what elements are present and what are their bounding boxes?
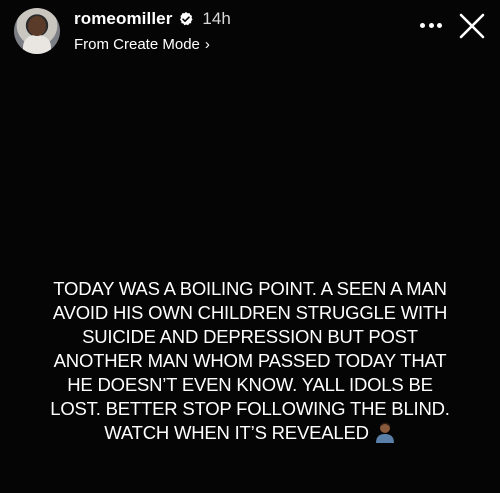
story-text: TODAY WAS A BOILING POINT. A SEEN A MAN … <box>20 277 480 445</box>
story-text-line: AVOID HIS OWN CHILDREN STRUGGLE WITH <box>52 302 448 323</box>
more-dot <box>420 22 425 28</box>
close-icon[interactable] <box>458 12 486 40</box>
more-dot <box>428 22 434 28</box>
story-text-line-last: WATCH WHEN IT’S REVEALED <box>20 421 480 445</box>
story-text-line: LOST. BETTER STOP FOLLOWING THE BLIND. <box>50 398 450 419</box>
username[interactable]: romeomiller <box>74 9 172 29</box>
avatar-body-shape <box>23 35 51 54</box>
create-mode-label: From Create Mode <box>74 35 200 53</box>
story-header: romeomiller 14h From Create Mode › <box>14 8 486 54</box>
user-info: romeomiller 14h From Create Mode › <box>74 8 231 54</box>
username-row: romeomiller 14h <box>74 8 231 30</box>
avatar-face-shape <box>28 16 46 36</box>
more-dot <box>437 22 442 28</box>
story-viewer[interactable]: romeomiller 14h From Create Mode › TODAY… <box>0 0 500 493</box>
man-emoji-icon <box>375 422 394 443</box>
more-options-icon[interactable] <box>420 21 442 29</box>
story-text-line: HE DOESN’T EVEN KNOW. YALL IDOLS BE <box>67 374 433 395</box>
chevron-right-icon: › <box>204 35 210 53</box>
story-text-line-label: WATCH WHEN IT’S REVEALED <box>104 422 369 443</box>
story-text-line: TODAY WAS A BOILING POINT. A SEEN A MAN <box>53 278 447 299</box>
create-mode-link[interactable]: From Create Mode › <box>74 34 231 54</box>
avatar[interactable] <box>14 8 60 54</box>
timestamp: 14h <box>202 9 231 28</box>
story-text-line: SUICIDE AND DEPRESSION BUT POST <box>82 326 418 347</box>
verified-badge-icon <box>180 12 193 26</box>
story-text-line: ANOTHER MAN WHOM PASSED TODAY THAT <box>53 350 447 371</box>
